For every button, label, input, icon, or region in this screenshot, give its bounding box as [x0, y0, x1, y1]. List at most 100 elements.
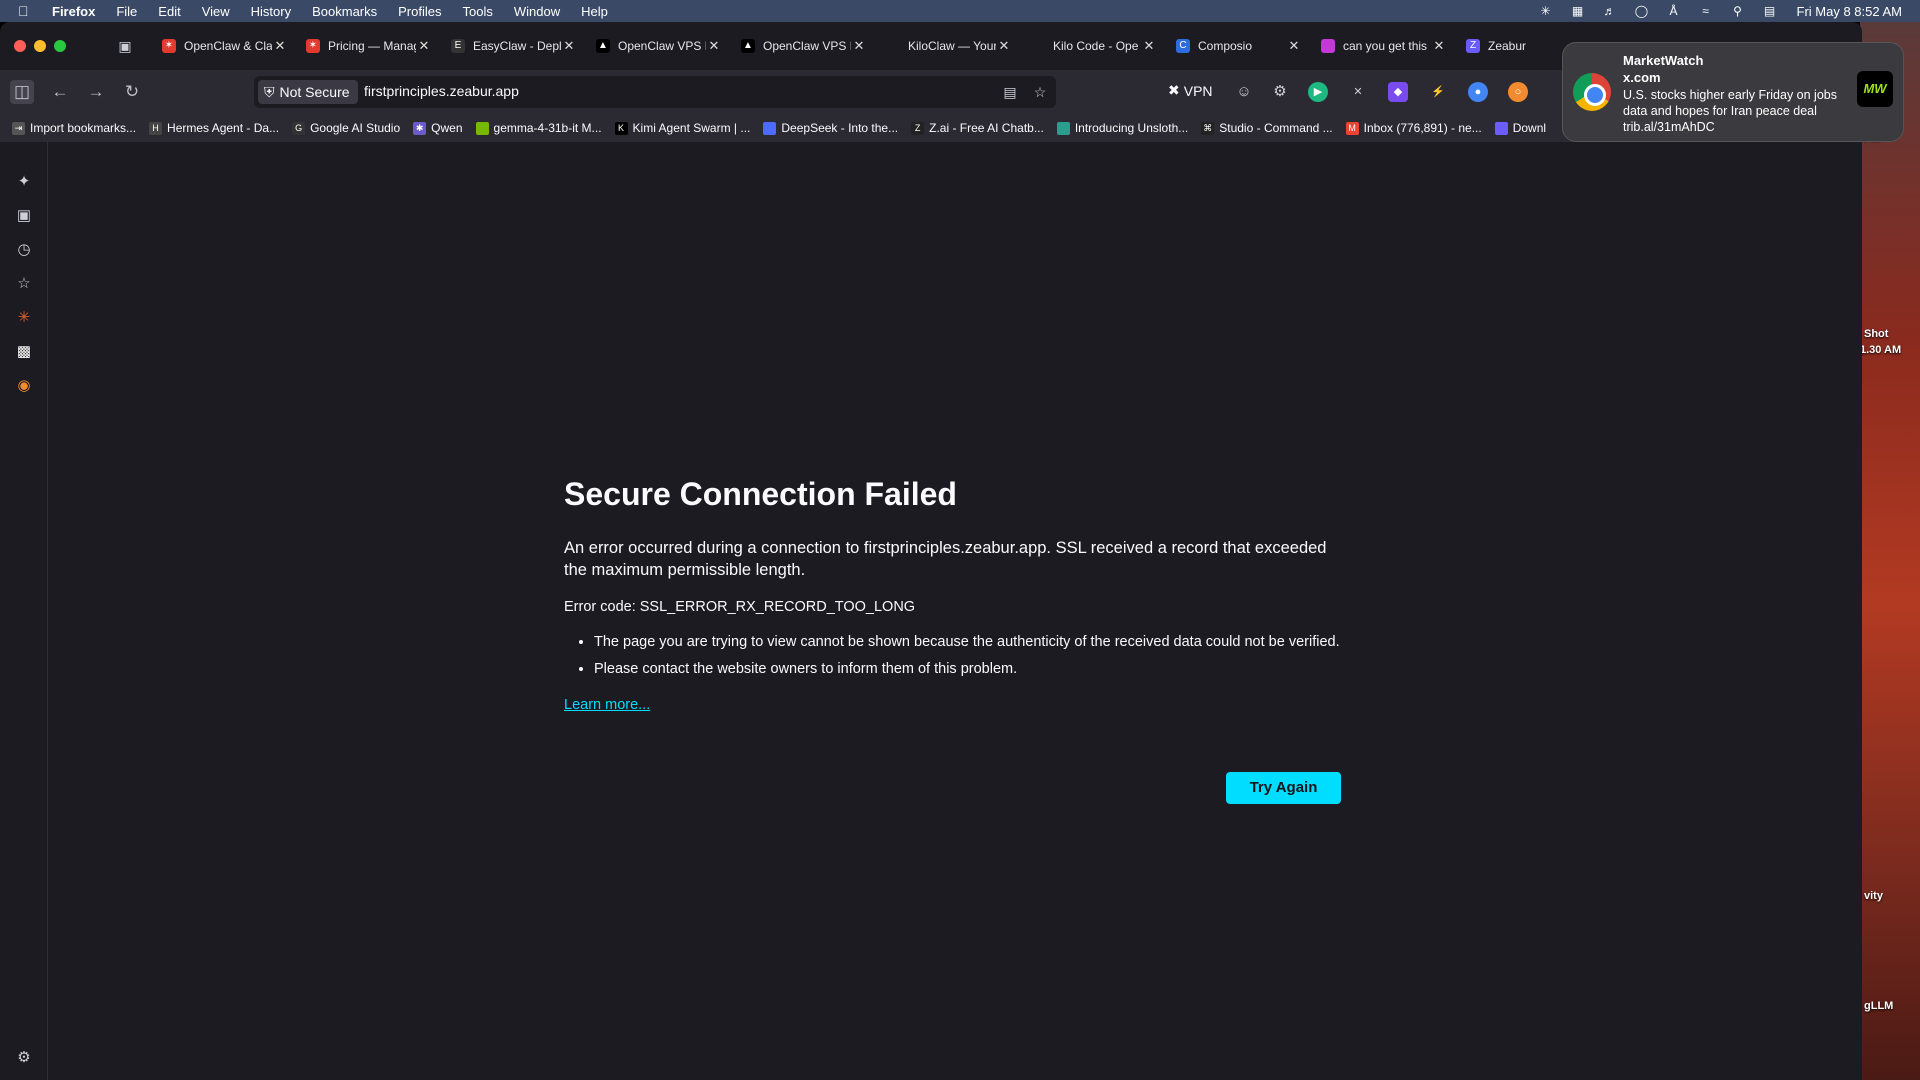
- extensions-icon[interactable]: ⚙: [1270, 82, 1290, 102]
- error-description: An error occurred during a connection to…: [564, 539, 1327, 579]
- bookmark-item[interactable]: K Kimi Agent Swarm | ...: [614, 121, 750, 135]
- not-secure-badge[interactable]: ⛨ Not Secure: [258, 80, 358, 104]
- menu-profiles[interactable]: Profiles: [398, 4, 441, 19]
- bookmark-item[interactable]: G Google AI Studio: [292, 121, 400, 135]
- tab-label: KiloClaw — Your: [908, 39, 996, 53]
- bookmark-item[interactable]: gemma-4-31b-it M...: [475, 121, 602, 135]
- tab[interactable]: ✶ OpenClaw & Cla ✕: [154, 30, 288, 62]
- account-icon[interactable]: ☺: [1234, 82, 1254, 102]
- extension-shield-icon[interactable]: ◆: [1388, 82, 1408, 102]
- try-again-button[interactable]: Try Again: [1226, 772, 1341, 804]
- tab-close-icon[interactable]: ✕: [1431, 38, 1447, 54]
- bookmarks-star-icon[interactable]: ☆: [14, 274, 34, 294]
- bookmark-item[interactable]: Z Z.ai - Free AI Chatb...: [911, 121, 1044, 135]
- bookmark-item[interactable]: Introducing Unsloth...: [1056, 121, 1188, 135]
- tab-close-icon[interactable]: ✕: [851, 38, 867, 54]
- extension-bolt-icon[interactable]: ⚡: [1428, 82, 1448, 102]
- menu-history[interactable]: History: [251, 4, 291, 19]
- marketwatch-logo-icon: MW: [1857, 71, 1893, 107]
- bookmark-item[interactable]: ⌘ Studio - Command ...: [1201, 121, 1333, 135]
- bookmark-favicon-icon: ✱: [413, 121, 427, 135]
- menu-window[interactable]: Window: [514, 4, 560, 19]
- tab-favicon-icon: ▲: [596, 39, 610, 53]
- menu-file[interactable]: File: [116, 4, 137, 19]
- settings-gear-icon[interactable]: ⚙: [14, 1048, 34, 1068]
- extension-orange-icon[interactable]: ○: [1508, 82, 1528, 102]
- bookmark-label: Downl: [1512, 121, 1547, 135]
- bookmark-item[interactable]: ✱ Qwen: [413, 121, 463, 135]
- translate-icon[interactable]: ▤: [1000, 82, 1020, 102]
- tab-label: Pricing — Manag: [328, 39, 416, 53]
- tab-close-icon[interactable]: ✕: [272, 38, 288, 54]
- learn-more-link[interactable]: Learn more...: [564, 697, 650, 713]
- window-minimize-button[interactable]: [34, 40, 46, 52]
- bookmark-label: Google AI Studio: [310, 121, 401, 135]
- extension-x-icon[interactable]: ✕: [1348, 82, 1368, 102]
- bookmark-item[interactable]: M Inbox (776,891) - ne...: [1345, 121, 1482, 135]
- bookmark-item[interactable]: DeepSeek - Into the...: [763, 121, 898, 135]
- claude-icon[interactable]: ✳: [14, 308, 34, 328]
- menu-clock[interactable]: Fri May 8 8:52 AM: [1797, 4, 1902, 19]
- tab-close-icon[interactable]: ✕: [1141, 38, 1157, 54]
- extension-play-icon[interactable]: ▶: [1308, 82, 1328, 102]
- menu-edit[interactable]: Edit: [158, 4, 180, 19]
- claude-status-icon[interactable]: ✳: [1537, 4, 1555, 18]
- tab-label: OpenClaw & Cla: [184, 39, 272, 53]
- tab[interactable]: Kilo Code - Ope ✕: [1023, 30, 1157, 62]
- synced-tabs-icon[interactable]: ▣: [14, 206, 34, 226]
- user-icon[interactable]: ◯: [1633, 4, 1651, 18]
- bookmark-item[interactable]: ⇥ Import bookmarks...: [12, 121, 136, 135]
- menu-bookmarks[interactable]: Bookmarks: [312, 4, 377, 19]
- url-text[interactable]: firstprinciples.zeabur.app: [364, 83, 519, 99]
- tab[interactable]: Z Zeabur: [1458, 30, 1568, 62]
- bookmark-star-icon[interactable]: ☆: [1030, 82, 1050, 102]
- history-icon[interactable]: ◷: [14, 240, 34, 260]
- volume-icon[interactable]: ♬: [1601, 4, 1619, 18]
- tab[interactable]: E EasyClaw - Depl ✕: [443, 30, 577, 62]
- menu-help[interactable]: Help: [581, 4, 608, 19]
- orange-circle-icon[interactable]: ◉: [14, 376, 34, 396]
- notification-banner[interactable]: MarketWatch x.com U.S. stocks higher ear…: [1562, 42, 1904, 142]
- tab-favicon-icon: [886, 39, 900, 53]
- extension-chrome-icon[interactable]: ●: [1468, 82, 1488, 102]
- sidebar-toggle-icon[interactable]: ◫: [10, 80, 34, 104]
- menu-app-firefox[interactable]: Firefox: [52, 4, 95, 19]
- tab-close-icon[interactable]: ✕: [416, 38, 432, 54]
- ai-chatbot-icon[interactable]: ✦: [14, 172, 34, 192]
- vpn-x-icon: ✖: [1168, 82, 1180, 98]
- tab[interactable]: ▲ OpenClaw VPS H ✕: [733, 30, 867, 62]
- tab[interactable]: ✶ Pricing — Manag ✕: [298, 30, 432, 62]
- bookmark-label: Studio - Command ...: [1219, 121, 1333, 135]
- reload-icon[interactable]: ↻: [120, 80, 144, 104]
- tab-overview-icon[interactable]: ▣: [116, 37, 134, 55]
- tab[interactable]: KiloClaw — Your ✕: [878, 30, 1012, 62]
- tab-close-icon[interactable]: ✕: [1286, 38, 1302, 54]
- tab-favicon-icon: ✶: [162, 39, 176, 53]
- stats-icon[interactable]: ▦: [1569, 4, 1587, 18]
- bookmark-item[interactable]: Downl: [1494, 121, 1547, 135]
- back-arrow-icon[interactable]: ←: [48, 80, 72, 104]
- menu-view[interactable]: View: [202, 4, 230, 19]
- bluetooth-icon[interactable]: Å: [1665, 4, 1683, 18]
- vpn-button[interactable]: ✖ VPN: [1168, 82, 1213, 99]
- tab[interactable]: C Composio ✕: [1168, 30, 1302, 62]
- forward-arrow-icon[interactable]: →: [84, 80, 108, 104]
- tab[interactable]: can you get this ✕: [1313, 30, 1447, 62]
- apple-icon[interactable]: : [18, 3, 38, 19]
- spotlight-search-icon[interactable]: ⚲: [1729, 4, 1747, 18]
- extension-sidebar-icon[interactable]: ▩: [14, 342, 34, 362]
- tab-label: Kilo Code - Ope: [1053, 39, 1139, 53]
- tab-favicon-icon: E: [451, 39, 465, 53]
- window-maximize-button[interactable]: [54, 40, 66, 52]
- tab[interactable]: ▲ OpenClaw VPS H ✕: [588, 30, 722, 62]
- wifi-icon[interactable]: ≈: [1697, 4, 1715, 18]
- not-secure-label: Not Secure: [279, 84, 350, 100]
- window-close-button[interactable]: [14, 40, 26, 52]
- control-center-icon[interactable]: ▤: [1761, 4, 1779, 18]
- tab-close-icon[interactable]: ✕: [561, 38, 577, 54]
- bookmark-item[interactable]: H Hermes Agent - Da...: [149, 121, 279, 135]
- url-bar[interactable]: ⛨ Not Secure firstprinciples.zeabur.app …: [254, 76, 1056, 108]
- tab-close-icon[interactable]: ✕: [706, 38, 722, 54]
- tab-close-icon[interactable]: ✕: [996, 38, 1012, 54]
- menu-tools[interactable]: Tools: [463, 4, 493, 19]
